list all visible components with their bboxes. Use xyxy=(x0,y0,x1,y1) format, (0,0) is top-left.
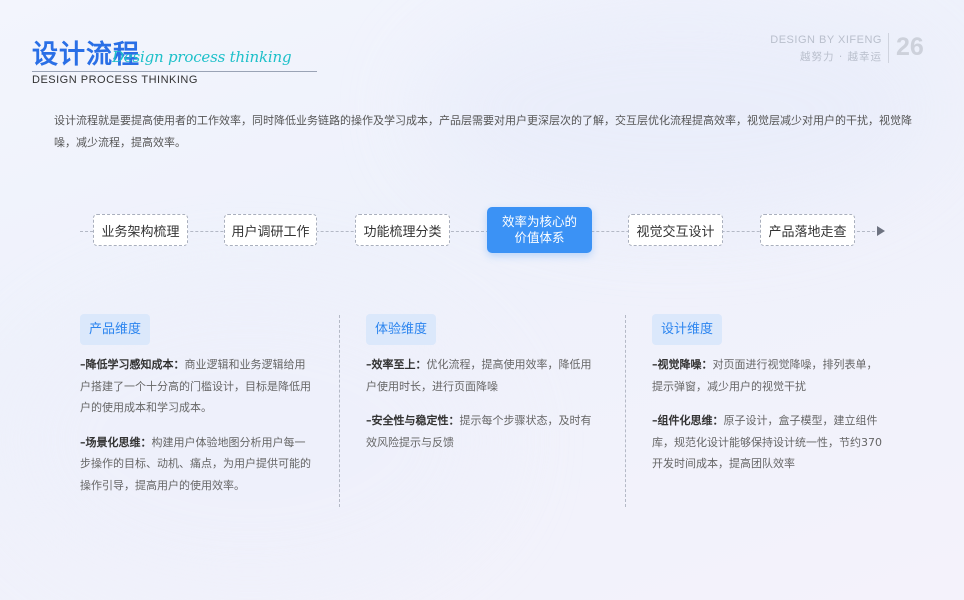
dimension-item: –视觉降噪：对页面进行视觉降噪，排列表单，提示弹窗，减少用户的视觉干扰 xyxy=(652,358,878,393)
title-underline xyxy=(32,71,317,72)
dimension-column-design: 设计维度 –视觉降噪：对页面进行视觉降噪，排列表单，提示弹窗，减少用户的视觉干扰… xyxy=(652,314,884,475)
page-number: 26 xyxy=(896,33,924,61)
column-divider xyxy=(625,315,626,507)
core-label-line1: 效率为核心的 xyxy=(501,214,577,229)
flow-step: 产品落地走查 xyxy=(760,214,855,246)
flow-step: 视觉交互设计 xyxy=(628,214,723,246)
dimension-column-product: 产品维度 –降低学习感知成本：商业逻辑和业务逻辑给用户搭建了一个十分高的门槛设计… xyxy=(80,314,312,496)
intro-paragraph: 设计流程就是要提高使用者的工作效率，同时降低业务链路的操作及学习成本，产品层需要… xyxy=(54,114,912,149)
flow-step: 业务架构梳理 xyxy=(93,214,188,246)
dimension-item: –安全性与稳定性：提示每个步骤状态，及时有效风险提示与反馈 xyxy=(366,414,592,449)
flow-step: 用户调研工作 xyxy=(224,214,317,246)
page-subtitle: DESIGN PROCESS THINKING xyxy=(32,74,198,86)
column-divider xyxy=(339,315,340,507)
core-label-line2: 价值体系 xyxy=(514,230,565,245)
brand-divider xyxy=(888,33,889,63)
flow-step: 功能梳理分类 xyxy=(355,214,450,246)
brand-label: DESIGN BY XIFENG xyxy=(770,34,882,46)
flow-step-core: 效率为核心的 价值体系 xyxy=(487,207,592,253)
dimension-column-experience: 体验维度 –效率至上：优化流程，提高使用效率，降低用户使用时长，进行页面降噪 –… xyxy=(366,314,598,453)
dimension-item: –降低学习感知成本：商业逻辑和业务逻辑给用户搭建了一个十分高的门槛设计，目标是降… xyxy=(80,358,311,414)
page-title-script: Design process thinking xyxy=(112,48,292,66)
dimension-tag: 体验维度 xyxy=(366,314,437,345)
dimension-tag: 设计维度 xyxy=(652,314,723,345)
arrow-right-icon xyxy=(877,226,885,236)
dimension-item: –场景化思维：构建用户体验地图分析用户每一步操作的目标、动机、痛点，为用户提供可… xyxy=(80,435,311,492)
dimension-tag: 产品维度 xyxy=(80,314,151,345)
brand-slogan: 越努力 · 越幸运 xyxy=(799,51,882,63)
dimension-item: –组件化思维：原子设计，盒子模型，建立组件库，规范化设计能够保持设计统一性，节约… xyxy=(652,414,882,470)
dimension-item: –效率至上：优化流程，提高使用效率，降低用户使用时长，进行页面降噪 xyxy=(366,358,592,393)
